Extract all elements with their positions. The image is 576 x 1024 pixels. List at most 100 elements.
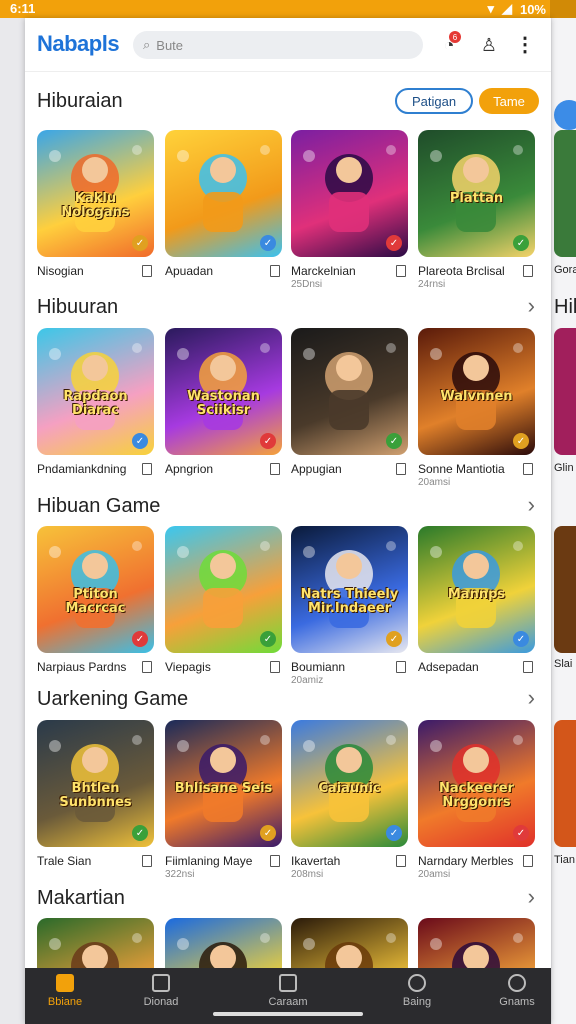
filter-button-patigan[interactable]: Patigan [395, 88, 473, 114]
status-badge-icon: ✓ [132, 631, 148, 647]
see-more-chevron-icon[interactable]: › [528, 494, 535, 516]
see-more-chevron-icon[interactable]: › [528, 295, 535, 317]
game-size: 24rnsi [418, 279, 446, 290]
nav-item-baing[interactable]: Baing [377, 974, 457, 1008]
game-title: Adsepadan [418, 660, 479, 674]
game-tile[interactable]: Natrs Thieely Mir.Indaeer ✓ Boumiann 20amiz [291, 526, 408, 686]
status-edge [550, 0, 576, 18]
game-tile[interactable]: Rapdaon Diarac ✓ Pndamiankdning [37, 328, 154, 476]
notification-icon[interactable]: ◔ 6 [437, 31, 461, 57]
search-icon: ⌕ [143, 37, 151, 52]
bottom-navigation: Bbiane Dionad Caraam Baing Gnams [25, 968, 551, 1024]
status-badge-icon: ✓ [132, 825, 148, 841]
see-more-chevron-icon[interactable]: › [528, 687, 535, 709]
game-thumbnail[interactable]: Bhlisane Seis ✓ [165, 720, 282, 847]
nav-item-gnams[interactable]: Gnams [477, 974, 551, 1008]
bookmark-icon[interactable] [270, 265, 280, 277]
bookmark-icon[interactable] [142, 855, 152, 867]
game-thumbnail[interactable]: Rapdaon Diarac ✓ [37, 328, 154, 455]
game-thumbnail[interactable]: ✓ [165, 130, 282, 257]
game-thumbnail[interactable]: Nackeerer Nrggonrs ✓ [418, 720, 535, 847]
game-tile[interactable]: Nackeerer Nrggonrs ✓ Narndary Merbles 20ams… [418, 720, 535, 880]
artwork-title: Bhtlen Sunbnnes [59, 781, 132, 810]
game-thumbnail[interactable]: Mannps ✓ [418, 526, 535, 653]
search-input[interactable]: ⌕ Bute [133, 31, 423, 59]
game-tile[interactable]: Plattan ✓ Plareota Brclisal 24rnsi [418, 130, 535, 290]
bookmark-icon[interactable] [142, 463, 152, 475]
nav-item-dionad[interactable]: Dionad [121, 974, 201, 1008]
game-thumbnail[interactable]: Kaklu Nologans ✓ [37, 130, 154, 257]
artwork-title: Natrs Thieely Mir.Indaeer [300, 587, 399, 616]
game-tile[interactable]: Wastonan Sciikisr ✓ Apngrion [165, 328, 282, 476]
game-thumbnail[interactable]: Bhtlen Sunbnnes ✓ [37, 720, 154, 847]
see-more-chevron-icon[interactable]: › [528, 886, 535, 908]
game-tile[interactable]: ✓ Apuadan [165, 130, 282, 278]
status-bar: 6:11 ▾ ◢ 10% [0, 0, 576, 18]
bookmark-icon[interactable] [270, 855, 280, 867]
bookmark-icon[interactable] [523, 661, 533, 673]
nav-item-caraam[interactable]: Caraam [248, 974, 328, 1008]
bookmark-icon[interactable] [396, 661, 406, 673]
game-tile[interactable]: Bhtlen Sunbnnes ✓ Trale Sian [37, 720, 154, 868]
bookmark-icon[interactable] [142, 265, 152, 277]
game-title: Appugian [291, 462, 342, 476]
game-tile[interactable]: Caiaunic ✓ Ikavertah 208msi [291, 720, 408, 880]
adjacent-page-peek[interactable]: Gora Hil Glin Slai Tian [552, 18, 576, 1024]
bookmark-icon[interactable] [270, 661, 280, 673]
game-thumbnail[interactable]: Walvnnen ✓ [418, 328, 535, 455]
game-thumbnail[interactable]: Plattan ✓ [418, 130, 535, 257]
game-tile[interactable]: Mannps ✓ Adsepadan [418, 526, 535, 674]
app-logo-text: Nabapls [37, 31, 120, 56]
game-tile[interactable]: ✓ Appugian [291, 328, 408, 476]
gesture-home-bar[interactable] [213, 1012, 363, 1016]
status-time: 6:11 [10, 1, 36, 16]
person-icon [408, 974, 426, 992]
status-icons: ▾ ◢ 10% [487, 1, 546, 17]
game-tile[interactable]: ✓ Marckelnian 25Dnsi [291, 130, 408, 290]
bookmark-icon[interactable] [142, 661, 152, 673]
game-thumbnail[interactable]: ✓ [165, 526, 282, 653]
filter-button-tame[interactable]: Tame [479, 88, 539, 114]
nav-item-home[interactable]: Bbiane [25, 974, 105, 1008]
game-size: 322nsi [165, 869, 195, 880]
artwork-title: Ptiton Macrcac [65, 587, 126, 616]
bookmark-icon[interactable] [396, 855, 406, 867]
signal-icon: ◢ [501, 1, 512, 16]
bookmark-icon[interactable] [523, 463, 533, 475]
game-thumbnail[interactable]: Caiaunic ✓ [291, 720, 408, 847]
game-title: Narndary Merbles [418, 854, 514, 868]
bookmark-icon[interactable] [523, 265, 533, 277]
section-title: Makartian [37, 887, 125, 909]
game-thumbnail[interactable]: ✓ [291, 130, 408, 257]
game-thumbnail[interactable]: Ptiton Macrcac ✓ [37, 526, 154, 653]
bookmark-icon[interactable] [523, 855, 533, 867]
game-tile[interactable]: Ptiton Macrcac ✓ Narpiaus Pardns [37, 526, 154, 674]
status-badge-icon: ✓ [132, 235, 148, 251]
profile-icon[interactable]: ♙ [477, 33, 501, 57]
nav-label: Bbiane [47, 996, 83, 1008]
game-tile[interactable]: ✓ Viepagis [165, 526, 282, 674]
game-thumbnail[interactable]: ✓ [291, 328, 408, 455]
game-thumbnail[interactable]: Wastonan Sciikisr ✓ [165, 328, 282, 455]
status-badge-icon: ✓ [132, 433, 148, 449]
game-tile[interactable]: Bhlisane Seis ✓ Fiimlaning Maye 322nsi [165, 720, 282, 880]
peek-label-2: Hil [554, 296, 576, 318]
account-icon [508, 974, 526, 992]
game-title: Fiimlaning Maye [165, 854, 253, 868]
game-thumbnail[interactable]: Natrs Thieely Mir.Indaeer ✓ [291, 526, 408, 653]
game-title: Nisogian [37, 264, 84, 278]
bookmark-icon[interactable] [270, 463, 280, 475]
status-badge-icon: ✓ [386, 631, 402, 647]
bookmark-icon[interactable] [396, 463, 406, 475]
artwork-title: Caiaunic [318, 781, 381, 796]
more-options-icon[interactable]: ⋮ [513, 33, 537, 57]
game-title: Ikavertah [291, 854, 341, 868]
game-title: Sonne Mantiotia [418, 462, 505, 476]
game-title: Plareota Brclisal [418, 264, 505, 278]
game-size: 20amsi [418, 869, 451, 880]
game-tile[interactable]: Walvnnen ✓ Sonne Mantiotia 20amsi [418, 328, 535, 488]
app-logo[interactable]: Nabapls [37, 31, 120, 57]
game-tile[interactable]: Kaklu Nologans ✓ Nisogian [37, 130, 154, 278]
artwork-title: Nackeerer Nrggonrs [439, 781, 514, 810]
bookmark-icon[interactable] [396, 265, 406, 277]
